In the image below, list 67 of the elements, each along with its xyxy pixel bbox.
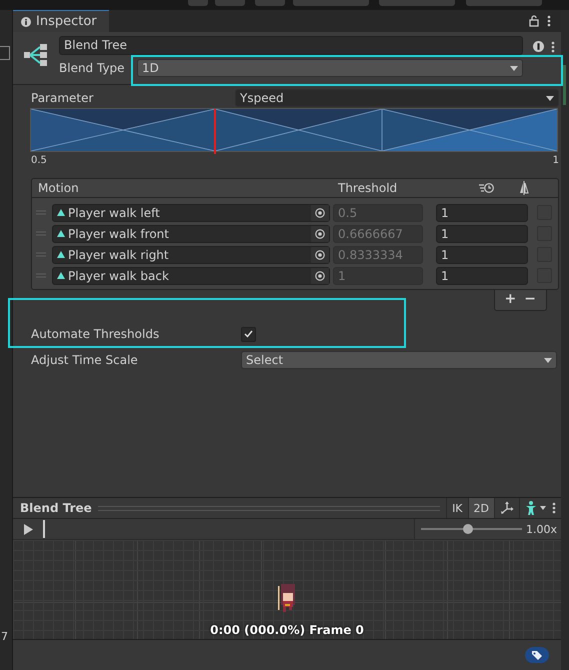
2d-toggle[interactable]: 2D [468, 498, 494, 518]
time-scale-field[interactable]: 1 [436, 204, 528, 222]
help-icon[interactable] [533, 41, 544, 52]
threshold-field: 0.5 [333, 204, 423, 222]
drag-handle-icon[interactable] [36, 231, 46, 236]
object-picker-button[interactable] [311, 246, 329, 262]
side-panel-edge [0, 46, 10, 60]
drag-handle-icon[interactable] [36, 210, 46, 215]
threshold-field: 1 [333, 266, 423, 284]
info-icon [21, 16, 31, 26]
more-icon[interactable] [552, 502, 556, 514]
more-icon[interactable] [551, 41, 555, 53]
target-icon [315, 270, 325, 280]
motion-field[interactable]: Player walk left [52, 204, 330, 222]
add-button[interactable]: + [504, 291, 516, 307]
field-label: Parameter [31, 91, 94, 105]
drag-handle-icon[interactable] [36, 252, 46, 257]
slider-thumb[interactable] [463, 524, 474, 534]
mirror-icon [519, 181, 529, 195]
side-text: 7 [1, 630, 8, 643]
figure-icon [525, 501, 547, 515]
axis-label: 0.5 [31, 155, 47, 168]
blend-type-dropdown[interactable]: 1D [137, 59, 523, 77]
motion-field[interactable]: Player walk right [52, 246, 330, 264]
object-picker-button[interactable] [311, 268, 329, 284]
axis-label: 1 [552, 155, 559, 168]
speed-reading: 1.00x [526, 522, 558, 536]
inspector-tab[interactable]: Inspector [13, 10, 109, 32]
automate-checkbox[interactable] [241, 326, 256, 342]
column-header: Threshold [338, 181, 398, 195]
name-field[interactable]: Blend Tree [59, 36, 523, 55]
threshold-field: 0.8333334 [333, 246, 423, 264]
preview-title: Blend Tree [20, 501, 92, 515]
check-icon [244, 330, 253, 338]
blend-tree-icon [23, 42, 49, 68]
time-scale-field[interactable]: 1 [436, 266, 528, 284]
more-icon[interactable] [547, 15, 551, 27]
threshold-field: 0.6666667 [333, 224, 423, 242]
preview-caption: 0:00 (000.0%) Frame 0 [210, 623, 364, 637]
target-icon [315, 228, 325, 238]
animation-clip-icon [57, 251, 65, 258]
target-icon [315, 208, 325, 218]
field-label: Automate Thresholds [31, 327, 160, 341]
target-icon [315, 250, 325, 260]
character-sprite [277, 583, 297, 615]
animation-clip-icon [57, 209, 65, 216]
object-picker-button[interactable] [311, 204, 329, 220]
time-scale-field[interactable]: 1 [436, 224, 528, 242]
parameter-marker[interactable] [214, 109, 216, 154]
play-button[interactable] [23, 524, 33, 534]
time-scale-icon [478, 182, 494, 194]
column-header: Motion [37, 181, 80, 195]
motion-field[interactable]: Player walk front [52, 224, 330, 242]
field-label: Adjust Time Scale [31, 353, 139, 367]
animation-clip-icon [57, 230, 65, 237]
animation-clip-icon [57, 272, 65, 279]
remove-button[interactable]: − [524, 291, 536, 307]
time-scale-field[interactable]: 1 [436, 246, 528, 264]
axes-icon [500, 501, 514, 515]
field-label: Blend Type [59, 61, 126, 75]
tag-icon[interactable] [525, 647, 549, 663]
time-scale-dropdown[interactable]: Select [241, 351, 557, 369]
object-picker-button[interactable] [311, 226, 329, 242]
parameter-dropdown[interactable]: Yspeed [235, 89, 559, 107]
motion-field[interactable]: Player walk back [52, 266, 330, 284]
drag-handle-icon[interactable] [36, 273, 46, 278]
lock-icon[interactable] [529, 15, 539, 27]
